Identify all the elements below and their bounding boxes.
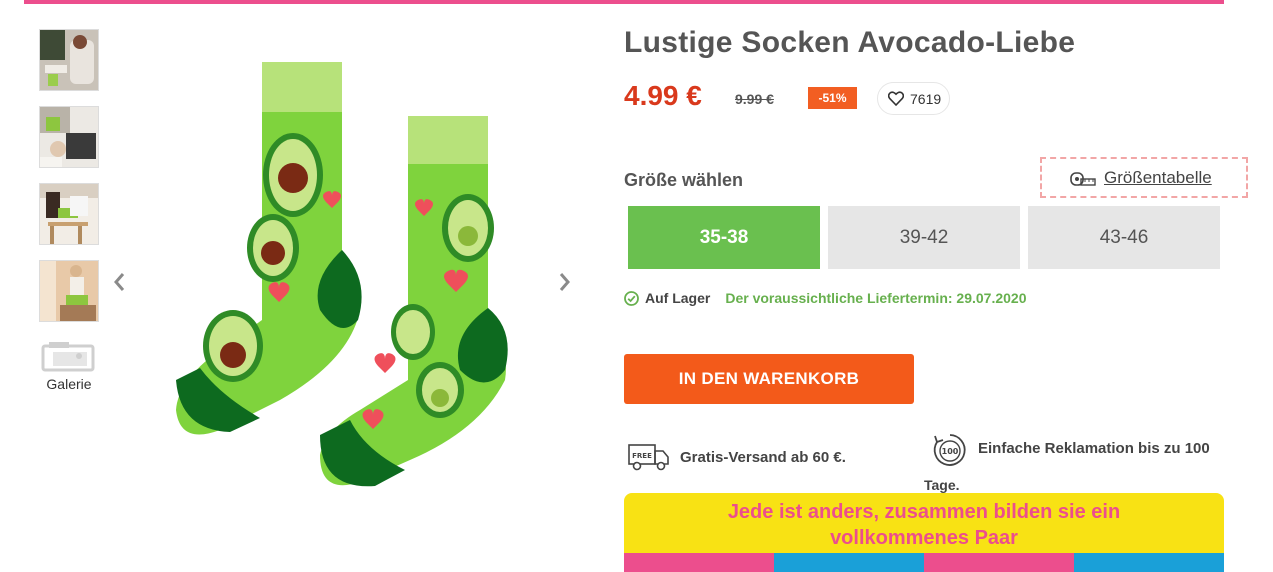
prev-image-arrow[interactable] (111, 270, 129, 294)
stock-info: Auf Lager Der voraussichtliche Lieferter… (624, 290, 1027, 306)
thumbnail-4[interactable] (39, 260, 99, 322)
gallery-button[interactable]: Galerie (30, 340, 108, 392)
returns-text-continued: Tage. (924, 477, 960, 493)
size-option-39-42[interactable]: 39-42 (828, 206, 1020, 269)
stock-status: Auf Lager (645, 290, 711, 306)
product-main-image (160, 50, 540, 500)
thumbnail-list (39, 29, 99, 337)
svg-text:100: 100 (942, 447, 959, 456)
promo-banner-line-2: vollkommenes Paar (830, 527, 1018, 549)
top-accent-strip (24, 0, 1224, 4)
promo-banner: Jede ist anders, zusammen bilden sie ein… (624, 493, 1224, 572)
returns-text: Einfache Reklamation bis zu 100 (978, 440, 1210, 457)
thumbnail-2[interactable] (39, 106, 99, 168)
add-to-cart-button[interactable]: IN DEN WARENKORB (624, 354, 914, 404)
old-price: 9.99 € (735, 91, 774, 107)
size-label: Größe wählen (624, 170, 744, 190)
promo-banner-line-1: Jede ist anders, zusammen bilden sie ein (727, 501, 1121, 523)
size-option-43-46[interactable]: 43-46 (1028, 206, 1220, 269)
wishlist-button[interactable]: 7619 (877, 82, 950, 115)
next-image-arrow[interactable] (556, 270, 574, 294)
discount-badge: -51% (808, 87, 857, 109)
promo-banner-color-strip (624, 553, 1224, 572)
thumbnail-3[interactable] (39, 183, 99, 245)
measuring-tape-icon (1070, 171, 1096, 186)
size-option-35-38[interactable]: 35-38 (628, 206, 820, 269)
free-delivery-truck-icon: FREE (628, 444, 669, 471)
free-shipping-text: Gratis-Versand ab 60 €. (680, 448, 846, 466)
size-table-label: Größentabelle (1104, 167, 1212, 187)
promo-banner-text: Jede ist anders, zusammen bilden sie ein… (624, 499, 1224, 551)
chevron-right-icon (559, 273, 570, 291)
heart-icon (888, 91, 904, 106)
free-shipping-feature: FREE Gratis-Versand ab 60 €. (628, 442, 846, 472)
check-circle-icon (624, 290, 639, 306)
gallery-label: Galerie (46, 376, 92, 392)
left-sock (176, 62, 362, 435)
gallery-icon (41, 342, 95, 372)
thumbnail-1[interactable] (39, 29, 99, 91)
returns-feature: 100 Einfache Reklamation bis zu 100 Tage… (924, 432, 1232, 493)
current-price: 4.99 € (624, 80, 702, 111)
hundred-days-return-icon: 100 (933, 434, 966, 466)
chevron-left-icon (114, 273, 125, 291)
product-title: Lustige Socken Avocado-Liebe (624, 26, 1076, 59)
size-table-link[interactable]: Größentabelle (1040, 157, 1248, 198)
delivery-date: Der voraussichtliche Liefertermin: 29.07… (725, 290, 1027, 306)
wishlist-count: 7619 (910, 90, 942, 107)
svg-text:FREE: FREE (632, 452, 652, 460)
